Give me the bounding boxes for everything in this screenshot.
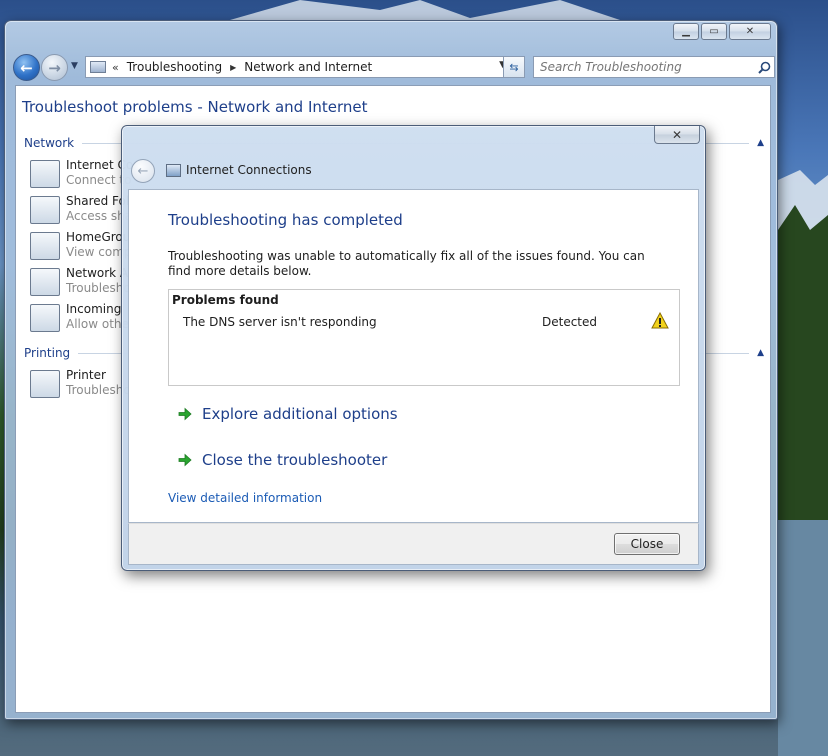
internet-connections-icon <box>166 164 181 177</box>
problems-found-list: Problems found The DNS server isn't resp… <box>168 289 680 386</box>
close-icon: ✕ <box>671 127 683 142</box>
collapse-icon[interactable]: ▲ <box>757 138 764 148</box>
navigation-bar: ← → ▼ « Troubleshooting ▶ Network and In… <box>11 53 775 83</box>
group-label: Network <box>24 136 75 150</box>
breadcrumb-network-and-internet[interactable]: Network and Internet <box>244 60 372 74</box>
problems-header: Problems found <box>172 293 279 307</box>
homegroup-icon <box>30 232 60 260</box>
warning-icon <box>651 312 669 329</box>
window-caption-buttons: ▁ ▭ ✕ <box>673 23 771 40</box>
close-icon: ✕ <box>745 25 755 37</box>
dialog-body: Troubleshooting has completed Troublesho… <box>128 189 699 523</box>
problem-status: Detected <box>542 315 598 329</box>
control-panel-icon <box>90 61 106 73</box>
dialog-close-button[interactable]: ✕ <box>654 126 700 144</box>
maximize-icon: ▭ <box>709 25 719 37</box>
view-detailed-information-link[interactable]: View detailed information <box>168 491 322 505</box>
close-button[interactable]: Close <box>614 533 680 555</box>
breadcrumb-overflow[interactable]: « <box>112 61 119 74</box>
chevron-down-icon: ▼ <box>71 61 78 71</box>
breadcrumb-separator-icon[interactable]: ▶ <box>230 63 236 72</box>
task-title[interactable]: Incoming <box>66 302 121 316</box>
task-title[interactable]: Shared Fol <box>66 194 129 208</box>
page-title: Troubleshoot problems - Network and Inte… <box>22 98 368 116</box>
dialog-heading: Troubleshooting has completed <box>168 211 403 229</box>
dialog-back-button[interactable]: ← <box>131 159 155 183</box>
search-icon[interactable] <box>754 57 774 77</box>
option-label[interactable]: Close the troubleshooter <box>202 451 387 469</box>
maximize-button[interactable]: ▭ <box>701 23 727 40</box>
dialog-footer: Close <box>128 523 699 565</box>
forward-arrow-icon: → <box>48 58 61 77</box>
minimize-icon: ▁ <box>682 25 690 37</box>
dialog-message: Troubleshooting was unable to automatica… <box>168 249 645 278</box>
search-input[interactable] <box>538 58 754 76</box>
breadcrumb-troubleshooting[interactable]: Troubleshooting <box>127 60 222 74</box>
group-label: Printing <box>24 346 71 360</box>
forward-button[interactable]: → <box>41 54 68 81</box>
address-bar[interactable]: « Troubleshooting ▶ Network and Internet… <box>85 56 511 78</box>
back-button[interactable]: ← <box>13 54 40 81</box>
back-arrow-icon: ← <box>137 163 149 179</box>
collapse-icon[interactable]: ▲ <box>757 348 764 358</box>
close-troubleshooter-link[interactable]: Close the troubleshooter <box>177 449 387 471</box>
troubleshooter-dialog: ✕ ← Internet Connections Troubleshooting… <box>121 125 706 571</box>
printer-icon <box>30 370 60 398</box>
explore-additional-options-link[interactable]: Explore additional options <box>177 403 398 425</box>
close-window-button[interactable]: ✕ <box>729 23 771 40</box>
back-arrow-icon: ← <box>20 58 33 77</box>
task-description: Allow othe <box>66 317 129 331</box>
refresh-button[interactable]: ⇆ <box>503 56 525 78</box>
option-label[interactable]: Explore additional options <box>202 405 398 423</box>
network-adapter-icon <box>30 268 60 296</box>
green-arrow-icon <box>178 407 192 421</box>
refresh-icon: ⇆ <box>509 60 519 74</box>
shared-folders-icon <box>30 196 60 224</box>
internet-connections-icon <box>30 160 60 188</box>
incoming-connections-icon <box>30 304 60 332</box>
problem-name[interactable]: The DNS server isn't responding <box>183 315 377 329</box>
dialog-title: Internet Connections <box>186 163 312 177</box>
minimize-button[interactable]: ▁ <box>673 23 699 40</box>
task-title[interactable]: Network A <box>66 266 128 280</box>
green-arrow-icon <box>178 453 192 467</box>
task-title[interactable]: Printer <box>66 368 106 382</box>
search-box[interactable] <box>533 56 775 78</box>
recent-pages-dropdown[interactable]: ▼ <box>71 61 78 71</box>
